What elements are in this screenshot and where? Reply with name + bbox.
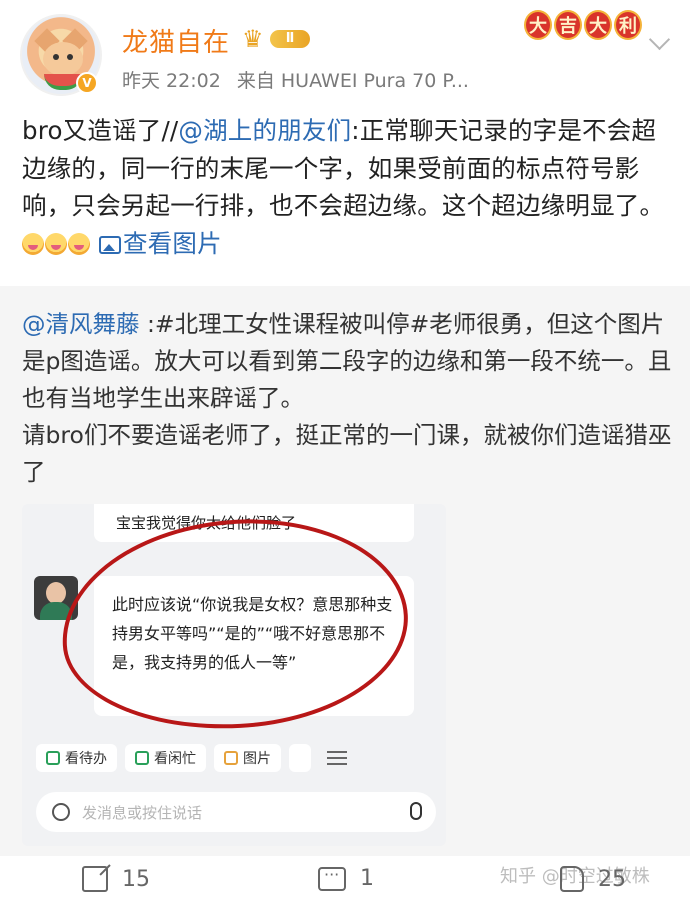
repost-body: @清风舞藤 :#北理工女性课程被叫停#老师很勇，但这个图片是p图造谣。放大可以看… <box>22 306 672 491</box>
chevron-down-icon[interactable] <box>648 30 672 54</box>
luck-char: 利 <box>614 10 642 40</box>
luck-banner[interactable]: 大 吉 大 利 <box>524 10 642 44</box>
post-header: V 龙猫自在 ♛ Ⅱ 昨天 22:02 来自 HUAWEI Pura 70 P.… <box>0 0 690 108</box>
chat-toolbar: 看待办 看闲忙 图片 <box>22 740 446 776</box>
comment-button[interactable]: 1 <box>318 865 374 891</box>
member-level-badge[interactable]: ♛ Ⅱ <box>242 26 312 52</box>
view-image-link[interactable]: 查看图片 <box>99 229 222 258</box>
like-button[interactable]: 25 <box>560 866 626 892</box>
action-bar: 15 1 知乎 @时空过敏株 25 <box>0 856 690 904</box>
luck-char: 大 <box>524 10 552 40</box>
microphone-icon <box>410 802 422 820</box>
thumbs-up-icon <box>560 866 584 892</box>
image-icon <box>99 235 121 254</box>
like-count: 25 <box>598 866 626 892</box>
avatar-face <box>43 42 83 76</box>
post-meta: 昨天 22:02 来自 HUAWEI Pura 70 P... <box>122 66 479 93</box>
chip-label: 看待办 <box>65 751 107 767</box>
post-source: 来自 HUAWEI Pura 70 P... <box>236 70 469 92</box>
level-label: Ⅱ <box>270 30 310 48</box>
chat-screenshot-image[interactable]: 宝宝我觉得你太给他们脸了 此时应该说“你说我是女权？意思那种支持男女平等吗”“是… <box>22 504 446 846</box>
emoji-icon <box>45 232 67 255</box>
menu-icon <box>327 751 347 765</box>
share-icon <box>82 866 108 892</box>
luck-char: 大 <box>584 10 612 40</box>
comment-icon <box>318 865 346 891</box>
emoji-icon <box>68 232 90 255</box>
busy-chip: 看闲忙 <box>125 744 206 772</box>
verified-badge-icon: V <box>76 72 98 94</box>
repost-text-2: 请bro们不要造谣老师了，挺正常的一门课，就被你们造谣猎巫了 <box>22 421 672 486</box>
mention-link[interactable]: @湖上的朋友们 <box>178 116 351 145</box>
image-icon <box>224 751 238 765</box>
avatar-eye-left <box>53 54 59 60</box>
repost-author-link[interactable]: @清风舞藤 <box>22 310 140 338</box>
post-text-prefix: bro又造谣了// <box>22 116 179 145</box>
share-button[interactable]: 15 <box>82 866 150 892</box>
chip-label: 图片 <box>243 751 271 767</box>
post-time: 昨天 22:02 <box>122 70 221 92</box>
repost-block[interactable]: @清风舞藤 :#北理工女性课程被叫停#老师很勇，但这个图片是p图造谣。放大可以看… <box>0 286 690 856</box>
username[interactable]: 龙猫自在 <box>122 22 230 59</box>
checkbox-icon <box>46 751 60 765</box>
view-image-label: 查看图片 <box>123 228 222 258</box>
voice-icon <box>52 803 70 821</box>
comment-count: 1 <box>360 866 374 891</box>
crown-icon: ♛ <box>242 25 264 53</box>
share-count: 15 <box>122 866 150 892</box>
luck-char: 吉 <box>554 10 582 40</box>
post-body: bro又造谣了//@湖上的朋友们:正常聊天记录的字是不会超边缘的，同一行的末尾一… <box>22 112 677 262</box>
chip-label: 看闲忙 <box>154 751 196 767</box>
chat-input-placeholder: 发消息或按住说话 <box>82 803 203 822</box>
todo-chip: 看待办 <box>36 744 117 772</box>
calendar-icon <box>135 751 149 765</box>
avatar-eye-right <box>67 54 73 60</box>
more-chip <box>289 744 311 772</box>
image-chip: 图片 <box>214 744 281 772</box>
emoji-icon <box>22 232 44 255</box>
chat-input-field: 发消息或按住说话 <box>36 792 436 832</box>
